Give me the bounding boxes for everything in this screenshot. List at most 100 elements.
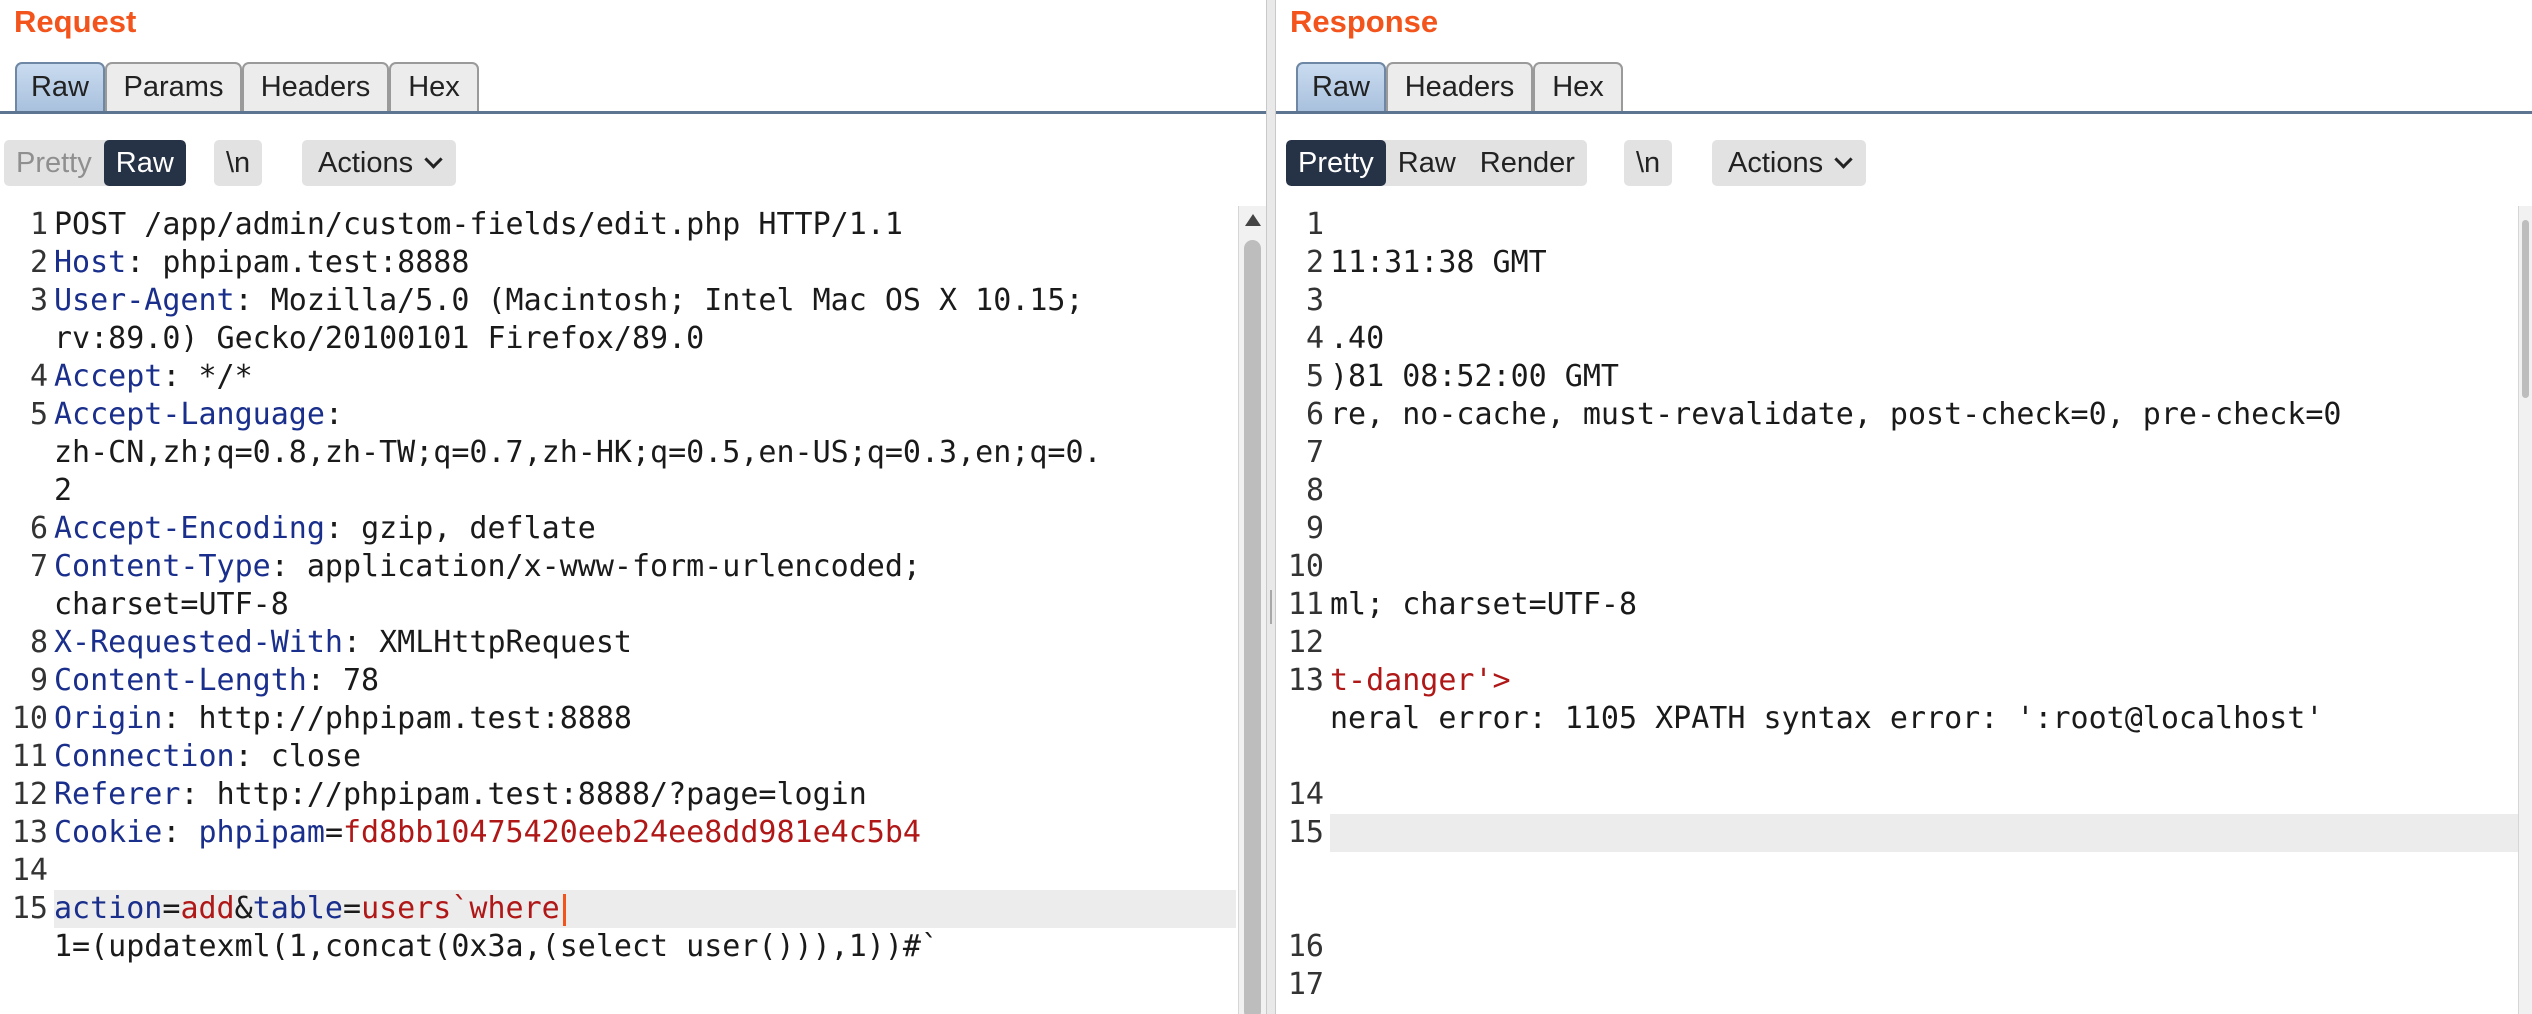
request-tab-params[interactable]: Params xyxy=(105,62,242,111)
response-editor[interactable]: 1 2 3 4 5 6 7 8 9 10 11 12 13 14 15 16 1… xyxy=(1276,206,2532,1014)
request-actions-label: Actions xyxy=(318,146,414,179)
request-line: Host: phpipam.test:8888 xyxy=(54,245,470,280)
line-number: 15 xyxy=(1287,815,1324,850)
response-actions-button[interactable]: Actions xyxy=(1712,140,1867,186)
response-toolbar: Pretty Raw Render \n Actions xyxy=(1276,140,2532,186)
response-pretty-button[interactable]: Pretty xyxy=(1286,140,1386,186)
line-number: 12 xyxy=(11,777,48,812)
response-render-button[interactable]: Render xyxy=(1468,140,1587,186)
request-raw-button[interactable]: Raw xyxy=(103,140,186,186)
line-number: 3 xyxy=(29,283,48,318)
request-pane: Request Raw Params Headers Hex Pretty Ra… xyxy=(0,0,1266,1014)
response-line: re, no-cache, must-revalidate, post-chec… xyxy=(1330,397,2342,432)
request-line: rv:89.0) Gecko/20100101 Firefox/89.0 xyxy=(54,321,705,356)
request-body-line: 1=(updatexml(1,concat(0x3a,(select user(… xyxy=(54,929,940,964)
line-number: 13 xyxy=(1287,663,1324,698)
response-current-line xyxy=(1330,814,2518,852)
line-number: 2 xyxy=(1305,245,1324,280)
line-number: 14 xyxy=(1287,777,1324,812)
chevron-down-icon xyxy=(1834,149,1853,169)
line-number: 8 xyxy=(1305,473,1324,508)
request-line: charset=UTF-8 xyxy=(54,587,289,622)
request-title: Request xyxy=(14,4,137,39)
response-line: 11:31:38 GMT xyxy=(1330,245,1547,280)
request-tabbar: Raw Params Headers Hex xyxy=(0,62,1266,114)
line-number: 8 xyxy=(29,625,48,660)
request-editor[interactable]: 1 2 3 4 5 6 7 8 9 10 11 12 13 14 15 POST… xyxy=(0,206,1266,1014)
request-newline-label: \n xyxy=(226,146,251,179)
request-newline-button[interactable]: \n xyxy=(214,140,263,186)
response-actions-label: Actions xyxy=(1728,146,1824,179)
line-number: 7 xyxy=(1305,435,1324,470)
request-view-toggle: Pretty Raw xyxy=(4,140,186,186)
request-tab-raw[interactable]: Raw xyxy=(15,62,105,111)
response-line: t-danger'> xyxy=(1330,663,1511,698)
response-line: neral error: 1105 XPATH syntax error: ':… xyxy=(1330,701,2324,736)
request-line: Cookie: phpipam=fd8bb10475420eeb24ee8dd9… xyxy=(54,815,921,850)
request-pretty-button[interactable]: Pretty xyxy=(4,140,104,186)
line-number: 11 xyxy=(1287,587,1324,622)
request-tab-hex[interactable]: Hex xyxy=(389,62,479,111)
chevron-down-icon xyxy=(424,149,443,169)
line-number: 4 xyxy=(29,359,48,394)
request-toolbar: Pretty Raw \n Actions xyxy=(0,140,1266,186)
line-number: 16 xyxy=(1287,929,1324,964)
line-number: 9 xyxy=(29,663,48,698)
request-line: Accept-Encoding: gzip, deflate xyxy=(54,511,596,546)
text-cursor xyxy=(562,893,566,926)
line-number: 3 xyxy=(1305,283,1324,318)
response-view-toggle: Pretty Raw Render xyxy=(1286,140,1587,186)
line-number: 13 xyxy=(11,815,48,850)
request-line: Content-Length: 78 xyxy=(54,663,380,698)
request-gutter: 1 2 3 4 5 6 7 8 9 10 11 12 13 14 15 xyxy=(0,206,52,1014)
line-number: 12 xyxy=(1287,625,1324,660)
request-line: Content-Type: application/x-www-form-url… xyxy=(54,549,921,584)
request-actions-button[interactable]: Actions xyxy=(302,140,457,186)
request-line: User-Agent: Mozilla/5.0 (Macintosh; Inte… xyxy=(54,283,1084,318)
line-number: 5 xyxy=(29,397,48,432)
request-line: zh-CN,zh;q=0.8,zh-TW;q=0.7,zh-HK;q=0.5,e… xyxy=(54,435,1102,470)
response-tabbar: Raw Headers Hex xyxy=(1276,62,2532,114)
response-line: ml; charset=UTF-8 xyxy=(1330,587,1638,622)
response-pane: Response Raw Headers Hex Pretty Raw Rend… xyxy=(1276,0,2532,1014)
request-line: Connection: close xyxy=(54,739,362,774)
line-number: 7 xyxy=(29,549,48,584)
response-gutter: 1 2 3 4 5 6 7 8 9 10 11 12 13 14 15 16 1… xyxy=(1276,206,1328,1014)
line-number: 1 xyxy=(1305,207,1324,242)
request-line: Accept-Language: xyxy=(54,397,343,432)
line-number: 4 xyxy=(1305,321,1324,356)
request-body-line: action=add&table=users`where xyxy=(54,890,1236,928)
response-line: )81 08:52:00 GMT xyxy=(1330,359,1619,394)
line-number: 10 xyxy=(1287,549,1324,584)
response-tab-raw[interactable]: Raw xyxy=(1296,62,1386,111)
response-scrollbar[interactable] xyxy=(2518,206,2532,1014)
request-tab-headers[interactable]: Headers xyxy=(242,62,389,111)
response-tab-headers[interactable]: Headers xyxy=(1386,62,1533,111)
request-line: Accept: */* xyxy=(54,359,253,394)
line-number: 15 xyxy=(11,891,48,926)
line-number: 9 xyxy=(1305,511,1324,546)
request-scrollbar[interactable] xyxy=(1238,206,1266,1014)
request-line: 2 xyxy=(54,473,73,508)
line-number: 6 xyxy=(1305,397,1324,432)
pane-splitter[interactable] xyxy=(1266,0,1276,1014)
request-line: POST /app/admin/custom-fields/edit.php H… xyxy=(54,207,903,242)
request-line: Referer: http://phpipam.test:8888/?page=… xyxy=(54,777,867,812)
response-tab-hex[interactable]: Hex xyxy=(1533,62,1623,111)
line-number: 6 xyxy=(29,511,48,546)
request-line: Origin: http://phpipam.test:8888 xyxy=(54,701,632,736)
request-scroll-thumb[interactable] xyxy=(1244,240,1261,1014)
response-newline-button[interactable]: \n xyxy=(1624,140,1673,186)
response-raw-button[interactable]: Raw xyxy=(1386,140,1468,186)
response-line: .40 xyxy=(1330,321,1385,356)
line-number: 11 xyxy=(11,739,48,774)
response-scroll-thumb[interactable] xyxy=(2522,220,2529,398)
line-number: 5 xyxy=(1305,359,1324,394)
response-title: Response xyxy=(1290,4,1439,39)
request-line: X-Requested-With: XMLHttpRequest xyxy=(54,625,632,660)
line-number: 14 xyxy=(11,853,48,888)
scroll-up-icon[interactable] xyxy=(1245,214,1261,226)
line-number: 10 xyxy=(11,701,48,736)
line-number: 1 xyxy=(29,207,48,242)
line-number: 2 xyxy=(29,245,48,280)
